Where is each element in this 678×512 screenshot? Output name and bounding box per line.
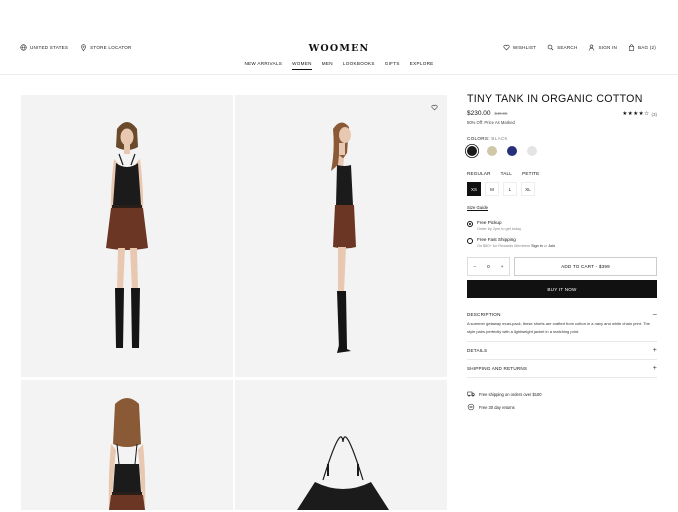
colors-heading: Colors: [467,136,490,141]
perk-free-shipping-label: Free shipping on orders over $100 [479,391,542,397]
fast-shipping-note: On $50+ for Rewards Members [477,244,532,248]
accordion-details-title: Details [467,348,488,353]
fast-shipping-radio[interactable] [467,237,473,244]
accordion-description: Description – A summer getaway must-pack… [467,306,657,342]
size-guide-link[interactable]: Size Guide [467,205,488,210]
size-xs[interactable]: XS [467,182,481,196]
pickup-title: Free Pickup [477,220,502,225]
accordion-shipping-header[interactable]: Shipping and Returns + [467,360,657,377]
review-count: (3) [651,111,658,117]
gallery-image-side[interactable] [235,95,447,377]
expand-icon: + [652,347,657,354]
size-m[interactable]: M [485,182,499,196]
model-front-image [106,122,148,348]
quantity-value[interactable]: 0 [487,264,490,269]
description-text: A summer getaway must-pack, these shorts… [467,321,650,334]
gallery-image-flat[interactable] [235,380,447,510]
add-to-wishlist-button[interactable] [429,102,439,112]
price-row: $230.00 $49.95 ★★★★☆ (3) [467,110,657,117]
color-swatch-black[interactable] [467,146,477,156]
promo-text: 50% Off: Price As Marked [467,120,515,125]
size-l[interactable]: L [503,182,517,196]
heart-icon [431,104,437,110]
fit-regular[interactable]: Regular [467,171,491,176]
cart-row: – 0 + ADD TO CART - $399 [467,257,657,276]
perk-free-shipping: Free shipping on orders over $100 [467,390,657,398]
main-nav: New Arrivals Women Men Lookbooks Gifts E… [0,61,678,70]
nav-explore[interactable]: Explore [410,61,434,70]
nav-lookbooks[interactable]: Lookbooks [343,61,375,70]
fit-petite[interactable]: Petite [522,171,539,176]
pickup-subtext: Order by 2pm to get today [477,227,522,231]
sign-in-inline-link[interactable]: Sign in [531,244,543,248]
nav-gifts[interactable]: Gifts [385,61,400,70]
expand-icon: + [652,365,657,372]
join-inline-link[interactable]: Join [548,244,555,248]
nav-new-arrivals[interactable]: New Arrivals [244,61,282,70]
fast-shipping-title: Free Fast Shipping [477,237,516,242]
quantity-increase-button[interactable]: + [501,264,504,269]
accordion-description-title: Description [467,312,501,317]
gallery-image-back[interactable] [21,380,233,510]
nav-women[interactable]: Women [292,61,312,70]
product-gallery [21,95,447,512]
star-rating: ★★★★☆ [622,111,650,117]
shipping-option-fast[interactable]: Free Fast Shipping On $50+ for Rewards M… [467,237,657,248]
truck-icon [467,391,475,397]
rating[interactable]: ★★★★☆ (3) [622,111,657,117]
colors-label: Colors: Black [467,136,657,141]
original-price: $49.95 [494,111,508,116]
fit-tall[interactable]: Tall [501,171,512,176]
gallery-image-front[interactable] [21,95,233,377]
model-side-image [331,122,356,353]
color-swatch-navy[interactable] [507,146,517,156]
perk-free-returns: Free 30 day returns [467,403,657,411]
perk-free-returns-label: Free 30 day returns [479,404,515,410]
accordion-details: Details + [467,342,657,360]
model-back-image [108,398,146,510]
buy-now-button[interactable]: BUY IT NOW [467,280,657,298]
size-selector: XS M L XL [467,182,657,196]
color-swatch-light-grey[interactable] [527,146,537,156]
product-price: $230.00 [467,110,491,117]
fast-shipping-subtext: On $50+ for Rewards Members Sign in or J… [477,244,555,248]
color-swatch-tan[interactable] [487,146,497,156]
product-details: TINY TANK IN ORGANIC COTTON $230.00 $49.… [467,93,657,411]
color-swatches [467,146,657,156]
nav-men[interactable]: Men [322,61,333,70]
collapse-icon: – [652,311,657,318]
shipping-options: Free Pickup Order by 2pm to get today Fr… [467,220,657,248]
accordion-shipping: Shipping and Returns + [467,360,657,378]
header-divider [0,74,678,75]
fit-selector: Regular Tall Petite [467,171,657,176]
shipping-option-pickup[interactable]: Free Pickup Order by 2pm to get today [467,220,657,231]
add-to-cart-button[interactable]: ADD TO CART - $399 [514,257,657,276]
accordion-details-header[interactable]: Details + [467,342,657,359]
accordion-shipping-title: Shipping and Returns [467,366,528,371]
pickup-radio[interactable] [467,220,473,227]
selected-color-name: Black [491,136,508,141]
product-title: TINY TANK IN ORGANIC COTTON [467,93,643,105]
size-xl[interactable]: XL [521,182,535,196]
return-icon [467,403,475,411]
garment-flat-image [297,436,389,510]
brand-logo[interactable]: WOOMEN [0,43,678,54]
quantity-stepper: – 0 + [467,257,510,276]
quantity-decrease-button[interactable]: – [474,264,477,269]
